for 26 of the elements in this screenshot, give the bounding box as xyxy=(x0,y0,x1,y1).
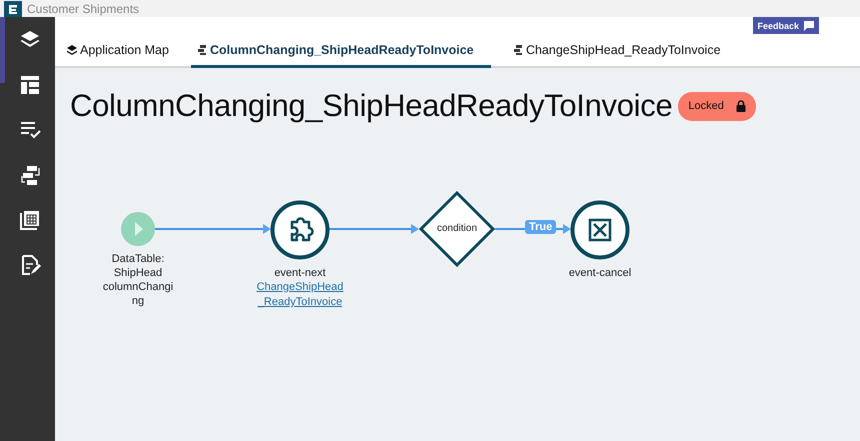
play-icon xyxy=(121,212,155,246)
tab[interactable]: ChangeShipHead_ReadyToInvoice xyxy=(506,43,727,68)
page-title: ColumnChanging_ShipHeadReadyToInvoice xyxy=(70,88,672,124)
window-title: Customer Shipments xyxy=(27,2,140,16)
puzzle-piece-icon xyxy=(270,200,330,260)
checklist-icon[interactable] xyxy=(19,119,41,141)
document-edit-icon[interactable] xyxy=(19,254,41,276)
layers-icon xyxy=(67,45,77,55)
node-link[interactable]: ChangeShipHead_ReadyToInvoice xyxy=(254,280,346,310)
node-label: event-next xyxy=(274,266,326,280)
grid-icon[interactable] xyxy=(19,209,41,231)
stack-icon xyxy=(512,45,523,55)
condition-label: True xyxy=(525,220,556,234)
node-label: condition xyxy=(436,222,478,236)
node-label: DataTable: ShipHead columnChanging xyxy=(102,252,174,308)
node-label: event-cancel xyxy=(568,266,632,280)
feedback-button[interactable]: Feedback xyxy=(753,17,819,34)
tab[interactable]: Application Map xyxy=(61,43,175,68)
app-logo xyxy=(4,0,22,16)
speech-bubble-icon xyxy=(803,20,815,31)
flow-icon[interactable] xyxy=(19,164,41,186)
close-box-icon xyxy=(570,200,630,260)
lock-icon xyxy=(736,100,746,112)
layout-icon[interactable] xyxy=(19,74,41,96)
locked-badge: Locked xyxy=(678,92,756,120)
stack-icon xyxy=(196,45,207,55)
